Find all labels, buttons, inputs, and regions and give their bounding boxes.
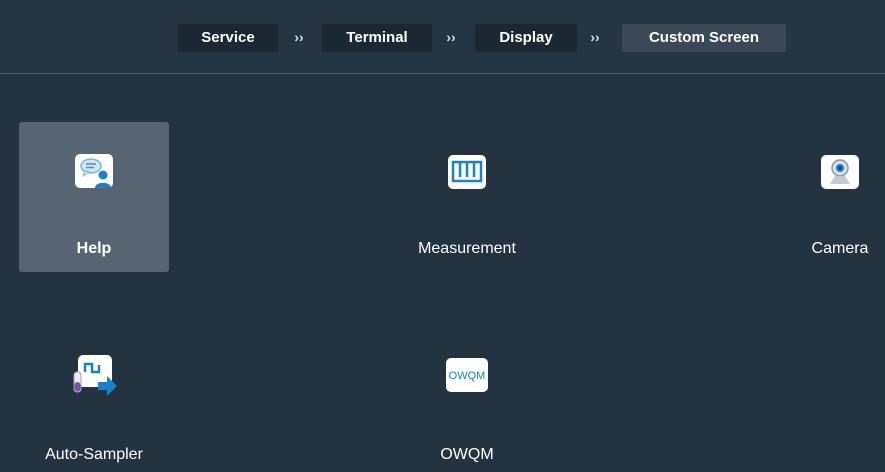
owqm-icon: OWQM (446, 358, 488, 392)
breadcrumb-separator: ›› (590, 29, 600, 45)
tile-measurement[interactable]: Measurement (392, 122, 542, 272)
tile-auto-sampler-label: Auto-Sampler (45, 446, 143, 463)
owqm-icon-text: OWQM (448, 370, 486, 382)
auto-sampler-icon (73, 355, 117, 396)
header-bar: Service ›› Terminal ›› Display ›› Custom… (0, 0, 885, 74)
breadcrumb-custom-screen[interactable]: Custom Screen (622, 24, 786, 52)
tile-camera-label: Camera (811, 240, 869, 257)
measurement-icon (448, 155, 486, 189)
tile-camera[interactable]: Camera (765, 122, 885, 272)
breadcrumb-separator: ›› (446, 29, 456, 45)
tile-help[interactable]: Help (19, 122, 169, 272)
tile-auto-sampler[interactable]: Auto-Sampler (19, 322, 169, 472)
breadcrumb-separator: ›› (294, 29, 304, 45)
breadcrumb-terminal[interactable]: Terminal (322, 24, 432, 52)
tile-owqm-label: OWQM (440, 446, 494, 463)
tile-measurement-label: Measurement (418, 240, 516, 257)
tile-owqm[interactable]: OWQM OWQM (392, 322, 542, 472)
breadcrumb-display[interactable]: Display (475, 24, 577, 52)
breadcrumb-service[interactable]: Service (178, 24, 278, 52)
camera-icon (821, 155, 859, 189)
tile-help-label: Help (76, 240, 112, 257)
help-chat-icon (75, 154, 113, 188)
